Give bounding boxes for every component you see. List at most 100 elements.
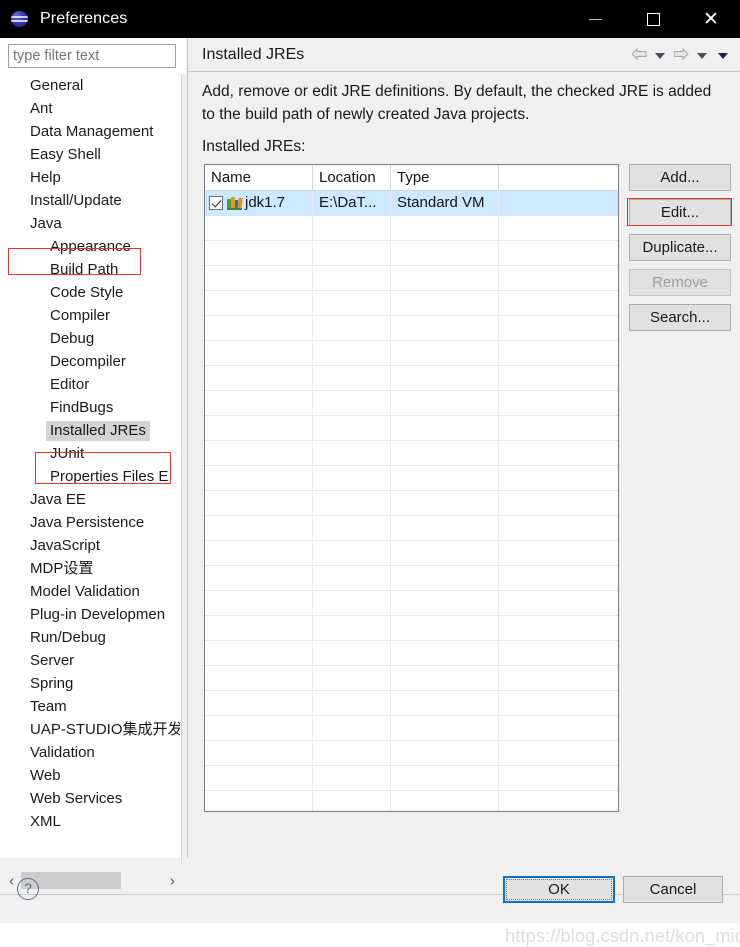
table-row-empty[interactable] [205, 691, 618, 716]
sidebar-item-installed-jres[interactable]: Installed JREs [0, 419, 180, 442]
sidebar-item-java-ee[interactable]: Java EE [0, 488, 180, 511]
table-row-empty[interactable] [205, 366, 618, 391]
table-row[interactable]: jdk1.7 E:\DaT... Standard VM [205, 191, 618, 216]
cell-empty [205, 716, 313, 740]
sidebar-item-data-management[interactable]: Data Management [0, 120, 180, 143]
minimize-button[interactable] [566, 0, 624, 38]
column-header-location[interactable]: Location [313, 165, 391, 190]
sidebar-item-general[interactable]: General [0, 74, 180, 97]
table-row-empty[interactable] [205, 541, 618, 566]
cancel-button[interactable]: Cancel [623, 876, 723, 903]
table-row-empty[interactable] [205, 491, 618, 516]
installed-jres-table[interactable]: Name Location Type jdk1.7 E:\DaT... Standard… [204, 164, 619, 812]
sidebar-item-validation[interactable]: Validation [0, 741, 180, 764]
sidebar-item-label: General [30, 77, 84, 94]
sidebar-item-ant[interactable]: Ant [0, 97, 180, 120]
column-header-blank[interactable] [499, 165, 618, 190]
cell-empty [391, 516, 499, 540]
table-row-empty[interactable] [205, 666, 618, 691]
checkbox-jre-default[interactable] [209, 196, 223, 210]
cell-empty [313, 566, 391, 590]
table-row-empty[interactable] [205, 641, 618, 666]
cell-name[interactable]: jdk1.7 [205, 191, 313, 215]
window-titlebar: Preferences ✕ [0, 0, 740, 38]
sidebar-item-junit[interactable]: JUnit [0, 442, 180, 465]
column-header-name[interactable]: Name [205, 165, 313, 190]
sidebar-item-debug[interactable]: Debug [0, 327, 180, 350]
question-mark-icon[interactable]: ? [17, 878, 39, 900]
column-header-type[interactable]: Type [391, 165, 499, 190]
table-row-empty[interactable] [205, 391, 618, 416]
sidebar-item-mdp[interactable]: MDP设置 [0, 557, 180, 580]
sidebar-item-editor[interactable]: Editor [0, 373, 180, 396]
sidebar-item-run-debug[interactable]: Run/Debug [0, 626, 180, 649]
sidebar-item-xml[interactable]: XML [0, 810, 180, 833]
sidebar-item-compiler[interactable]: Compiler [0, 304, 180, 327]
table-row-empty[interactable] [205, 341, 618, 366]
sidebar-item-web-services[interactable]: Web Services [0, 787, 180, 810]
focus-ring [506, 879, 612, 900]
table-row-empty[interactable] [205, 566, 618, 591]
sidebar-item-build-path[interactable]: Build Path [0, 258, 180, 281]
sidebar-item-spring[interactable]: Spring [0, 672, 180, 695]
cell-empty [391, 616, 499, 640]
installed-jres-label: Installed JREs: [202, 138, 306, 155]
table-row-empty[interactable] [205, 316, 618, 341]
table-row-empty[interactable] [205, 741, 618, 766]
preferences-tree[interactable]: General Ant Data Management Easy Shell Help I… [0, 74, 180, 864]
sidebar-item-easy-shell[interactable]: Easy Shell [0, 143, 180, 166]
duplicate-button[interactable]: Duplicate... [629, 234, 731, 261]
cell-empty [391, 716, 499, 740]
scroll-right-icon[interactable]: › [164, 872, 181, 890]
table-row-empty[interactable] [205, 216, 618, 241]
back-history-button[interactable] [649, 38, 670, 71]
table-row-empty[interactable] [205, 516, 618, 541]
cell-empty [499, 591, 618, 615]
table-row-empty[interactable] [205, 791, 618, 811]
ok-button[interactable]: OK [503, 876, 615, 903]
sidebar-item-web[interactable]: Web [0, 764, 180, 787]
add-button[interactable]: Add... [629, 164, 731, 191]
sidebar-item-javascript[interactable]: JavaScript [0, 534, 180, 557]
edit-button[interactable]: Edit... [629, 199, 731, 226]
sidebar-item-java[interactable]: Java [0, 212, 180, 235]
maximize-button[interactable] [624, 0, 682, 38]
table-row-empty[interactable] [205, 766, 618, 791]
sidebar-item-java-persistence[interactable]: Java Persistence [0, 511, 180, 534]
sidebar-item-label: Plug-in Developmen [30, 606, 166, 623]
sidebar-item-label: JUnit [50, 445, 85, 462]
sidebar-item-code-style[interactable]: Code Style [0, 281, 180, 304]
search-button[interactable]: Search... [629, 304, 731, 331]
sidebar-item-label: Compiler [50, 307, 111, 324]
cell-empty [205, 591, 313, 615]
forward-button[interactable] [670, 38, 691, 71]
sidebar-item-team[interactable]: Team [0, 695, 180, 718]
forward-history-button[interactable] [691, 38, 712, 71]
back-button[interactable] [628, 38, 649, 71]
sidebar-item-properties-files-e[interactable]: Properties Files E [0, 465, 180, 488]
table-row-empty[interactable] [205, 591, 618, 616]
close-button[interactable]: ✕ [682, 0, 740, 38]
sidebar-item-install-update[interactable]: Install/Update [0, 189, 180, 212]
table-row-empty[interactable] [205, 266, 618, 291]
sidebar-item-plug-in-developmen[interactable]: Plug-in Developmen [0, 603, 180, 626]
sidebar-item-appearance[interactable]: Appearance [0, 235, 180, 258]
table-row-empty[interactable] [205, 716, 618, 741]
table-body[interactable]: jdk1.7 E:\DaT... Standard VM [205, 191, 618, 811]
table-row-empty[interactable] [205, 291, 618, 316]
search-input[interactable] [8, 44, 176, 68]
sidebar-item-help[interactable]: Help [0, 166, 180, 189]
sidebar-item-decompiler[interactable]: Decompiler [0, 350, 180, 373]
cell-empty [499, 216, 618, 240]
sidebar-item-findbugs[interactable]: FindBugs [0, 396, 180, 419]
sidebar-item-uap-studio[interactable]: UAP-STUDIO集成开发 [0, 718, 180, 741]
table-row-empty[interactable] [205, 616, 618, 641]
scrollbar-track[interactable] [121, 872, 164, 889]
table-row-empty[interactable] [205, 416, 618, 441]
sidebar-item-server[interactable]: Server [0, 649, 180, 672]
table-row-empty[interactable] [205, 241, 618, 266]
sidebar-item-model-validation[interactable]: Model Validation [0, 580, 180, 603]
table-row-empty[interactable] [205, 441, 618, 466]
table-row-empty[interactable] [205, 466, 618, 491]
panel-menu-button[interactable] [712, 38, 733, 71]
